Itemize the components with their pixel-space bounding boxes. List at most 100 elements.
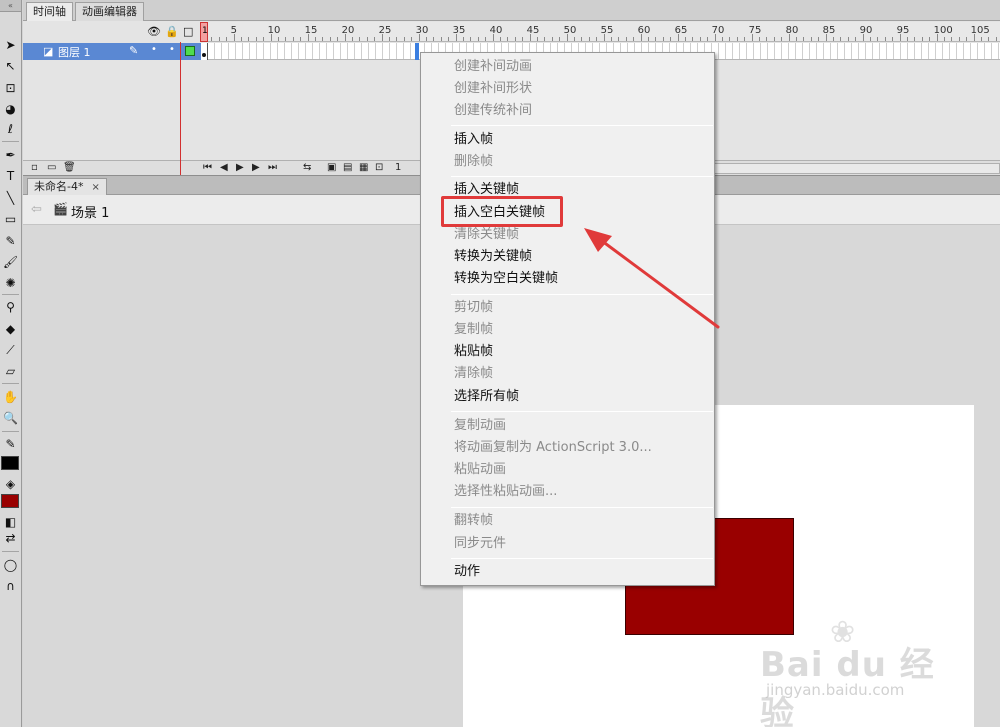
menu-item-clear-keyframe[interactable]: 清除关键帧 (421, 224, 714, 246)
ruler-tick (352, 37, 353, 41)
loop-icon[interactable]: ⇆ (303, 161, 311, 175)
onion-skin-icon[interactable]: ▣ (327, 161, 336, 175)
fill-color-icon[interactable]: ◈ (2, 475, 19, 492)
menu-item-paste-motion[interactable]: 粘贴动画 (421, 459, 714, 481)
edit-multiple-frames-icon[interactable]: ▦ (359, 161, 368, 175)
deco-tool-icon[interactable]: ✺ (2, 274, 19, 291)
menu-item-copy-motion[interactable]: 复制动画 (421, 415, 714, 437)
ruler-tick (514, 37, 516, 41)
ruler-tick (574, 37, 575, 41)
modify-onion-markers-icon[interactable]: ⊡ (375, 161, 383, 175)
eyedropper-tool-icon[interactable]: ⟋ (2, 341, 19, 358)
frame-ruler[interactable]: 5 10 15 20 25 30 35 40 45 50 55 60 65 70 75 80 85 90 95 100… (201, 22, 1000, 42)
fill-color-swatch[interactable] (1, 494, 19, 508)
layer-row[interactable]: ◪ 图层 1 ✎ • • (23, 43, 201, 60)
paint-bucket-tool-icon[interactable]: ◆ (2, 320, 19, 337)
stroke-color-swatch[interactable] (1, 456, 19, 470)
menu-item-paste-frames[interactable]: 粘贴帧 (421, 341, 714, 363)
menu-item-synchronize-symbols[interactable]: 同步元件 (421, 533, 714, 555)
ruler-tick (529, 34, 531, 41)
snap-to-objects-icon[interactable]: ∩ (2, 577, 19, 594)
visibility-dot-icon[interactable]: • (151, 44, 157, 55)
3d-rotation-tool-icon[interactable]: ◕ (2, 100, 19, 117)
free-transform-tool-icon[interactable]: ⊡ (2, 79, 19, 96)
outline-icon[interactable]: □ (183, 24, 193, 40)
line-tool-icon[interactable]: ╲ (2, 189, 19, 206)
zoom-tool-icon[interactable]: 🔍 (2, 409, 19, 426)
lock-dot-icon[interactable]: • (169, 44, 175, 55)
bone-tool-icon[interactable]: ⚲ (2, 298, 19, 315)
ruler-tick (722, 37, 723, 41)
menu-item-create-classic-tween[interactable]: 创建传统补间 (421, 100, 714, 122)
delete-layer-icon[interactable]: 🗑 (63, 161, 76, 175)
pencil-tool-icon[interactable]: ✎ (2, 232, 19, 249)
hand-tool-icon[interactable]: ✋ (2, 388, 19, 405)
menu-item-copy-motion-as-actionscript[interactable]: 将动画复制为 ActionScript 3.0... (421, 437, 714, 459)
go-to-first-frame-icon[interactable]: ⏮ (203, 161, 212, 175)
menu-item-cut-frames[interactable]: 剪切帧 (421, 297, 714, 319)
ruler-tick (648, 37, 649, 41)
menu-item-select-all-frames[interactable]: 选择所有帧 (421, 386, 714, 408)
menu-item-clear-frames[interactable]: 清除帧 (421, 363, 714, 385)
onion-skin-outlines-icon[interactable]: ▤ (343, 161, 352, 175)
baidu-watermark: ❀ Bai du 经验 jingyan.baidu.com (760, 615, 960, 727)
tab-motion-editor[interactable]: 动画编辑器 (75, 2, 144, 21)
scene-label[interactable]: 场景 1 (71, 202, 109, 221)
layer-name[interactable]: 图层 1 (58, 44, 91, 60)
step-back-icon[interactable]: ◀ (220, 161, 228, 175)
selection-tool-icon[interactable]: ➤ (2, 36, 19, 53)
close-icon[interactable]: × (91, 182, 99, 193)
menu-separator (451, 558, 713, 559)
tools-divider (2, 551, 19, 552)
menu-item-create-shape-tween[interactable]: 创建补间形状 (421, 78, 714, 100)
menu-item-reverse-frames[interactable]: 翻转帧 (421, 510, 714, 532)
selected-frame[interactable] (415, 43, 419, 60)
play-icon[interactable]: ▶ (236, 161, 244, 175)
swap-colors-icon[interactable]: ⇄ (2, 529, 19, 546)
menu-item-convert-to-blank-keyframes[interactable]: 转换为空白关键帧 (421, 268, 714, 290)
rectangle-tool-icon[interactable]: ▭ (2, 210, 19, 227)
stroke-color-icon[interactable]: ✎ (2, 435, 19, 452)
ruler-tick (211, 37, 213, 41)
ruler-tick (914, 37, 916, 41)
ruler-frame-number: 45 (526, 25, 540, 36)
eraser-tool-icon[interactable]: ▱ (2, 362, 19, 379)
text-tool-icon[interactable]: T (2, 167, 19, 184)
timeline-scrollbar[interactable] (713, 163, 1000, 174)
back-arrow-icon[interactable]: ⇦ (31, 202, 42, 217)
ruler-tick (944, 37, 945, 41)
playhead[interactable]: 1 (200, 22, 208, 42)
menu-item-paste-motion-special[interactable]: 选择性粘贴动画... (421, 481, 714, 503)
ruler-tick (618, 37, 620, 41)
outline-color-box[interactable] (185, 46, 195, 56)
ruler-tick (633, 37, 635, 41)
go-to-last-frame-icon[interactable]: ⏭ (268, 161, 277, 175)
new-folder-icon[interactable]: ▭ (47, 161, 56, 175)
tab-timeline[interactable]: 时间轴 (26, 2, 73, 21)
object-drawing-icon[interactable]: ◯ (2, 556, 19, 573)
menu-item-create-motion-tween[interactable]: 创建补间动画 (421, 56, 714, 78)
eye-icon[interactable]: 👁 (147, 24, 161, 40)
menu-item-insert-frame[interactable]: 插入帧 (421, 129, 714, 151)
menu-item-remove-frames[interactable]: 删除帧 (421, 151, 714, 173)
document-tab[interactable]: 未命名-4* × (27, 178, 107, 195)
menu-item-copy-frames[interactable]: 复制帧 (421, 319, 714, 341)
pen-tool-icon[interactable]: ✒ (2, 146, 19, 163)
menu-item-convert-to-keyframes[interactable]: 转换为关键帧 (421, 246, 714, 268)
timeline-tab-strip: 时间轴 动画编辑器 (23, 0, 1000, 21)
keyframe[interactable] (201, 43, 208, 60)
default-colors-icon[interactable]: ◧ (2, 513, 19, 530)
tools-panel-collapse[interactable]: « (0, 0, 21, 12)
lasso-tool-icon[interactable]: ℓ (2, 120, 19, 137)
ruler-tick (988, 37, 990, 41)
ruler-tick (655, 37, 657, 41)
ruler-frame-number: 95 (896, 25, 910, 36)
document-tab-label: 未命名-4* (34, 180, 84, 193)
brush-tool-icon[interactable]: 🖌 (2, 253, 19, 270)
lock-icon[interactable]: 🔒 (165, 24, 179, 40)
step-forward-icon[interactable]: ▶ (252, 161, 260, 175)
new-layer-icon[interactable]: ▫ (31, 161, 38, 175)
subselection-tool-icon[interactable]: ↖ (2, 57, 19, 74)
menu-item-actions[interactable]: 动作 (421, 561, 714, 583)
ruler-tick (818, 37, 820, 41)
